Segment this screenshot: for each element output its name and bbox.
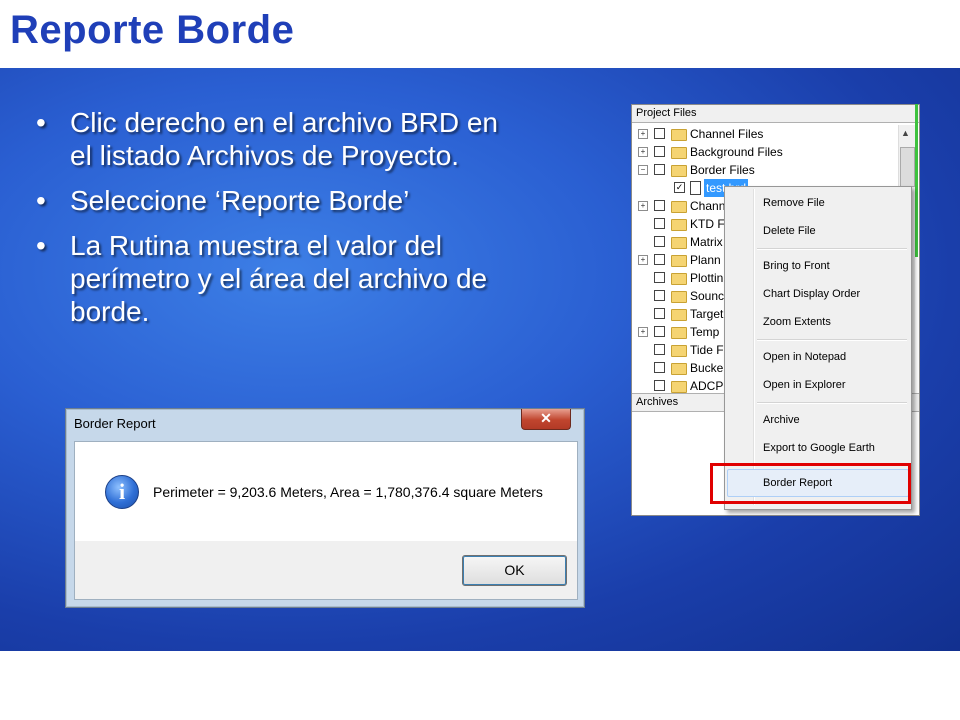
bullet-dot-icon: • <box>36 185 46 216</box>
menu-separator <box>757 339 907 341</box>
dialog-title: Border Report <box>74 416 156 431</box>
map-edge-strip <box>915 104 918 257</box>
expand-icon[interactable]: + <box>638 129 648 139</box>
checkbox[interactable] <box>654 164 665 175</box>
bullet-text: La Rutina muestra el valor del perímetro… <box>70 230 488 327</box>
file-icon <box>690 181 701 195</box>
expand-icon[interactable]: + <box>638 147 648 157</box>
folder-icon <box>671 219 687 231</box>
collapse-icon[interactable]: − <box>638 165 648 175</box>
info-icon: i <box>105 475 139 509</box>
bullet-item: • Clic derecho en el archivo BRD en el li… <box>30 106 510 172</box>
ok-button[interactable]: OK <box>462 555 567 586</box>
folder-icon <box>671 345 687 357</box>
scroll-thumb[interactable] <box>900 147 915 187</box>
tree-item-label: Bucke <box>690 361 724 375</box>
checkbox[interactable] <box>654 254 665 265</box>
menu-item-export-google-earth[interactable]: Export to Google Earth <box>763 438 875 458</box>
checkbox[interactable] <box>654 200 665 211</box>
folder-icon <box>671 291 687 303</box>
tree-item-label: Plann <box>690 253 721 267</box>
bullet-item: • La Rutina muestra el valor del perímetr… <box>30 229 510 328</box>
checkbox[interactable] <box>654 236 665 247</box>
tree-item-label: Target <box>690 307 724 321</box>
checkbox-checked[interactable]: ✓ <box>674 182 685 193</box>
bullet-dot-icon: • <box>36 230 46 261</box>
folder-icon <box>671 201 687 213</box>
tree-item-label: Sounc <box>690 289 725 303</box>
tree-item-label: Tide F <box>690 343 724 357</box>
menu-item-bring-to-front[interactable]: Bring to Front <box>763 256 830 276</box>
menu-gutter <box>753 189 755 505</box>
title-bar: Reporte Borde <box>0 0 960 68</box>
close-button[interactable]: ✕ <box>521 409 571 430</box>
folder-icon <box>671 273 687 285</box>
folder-icon <box>671 165 687 177</box>
folder-icon <box>671 327 687 339</box>
slide: Reporte Borde • Clic derecho en el archiv… <box>0 0 960 720</box>
folder-icon <box>671 147 687 159</box>
expand-icon[interactable]: + <box>638 255 648 265</box>
project-files-header: Project Files <box>632 105 919 123</box>
checkbox[interactable] <box>654 344 665 355</box>
checkbox[interactable] <box>654 362 665 373</box>
border-report-dialog: Border Report ✕ i Perimeter = 9,203.6 Me… <box>65 408 585 608</box>
checkbox[interactable] <box>654 380 665 391</box>
menu-separator <box>757 248 907 250</box>
folder-icon <box>671 129 687 141</box>
folder-icon <box>671 237 687 249</box>
tree-item-label: KTD F <box>690 217 725 231</box>
scroll-up-arrow-icon[interactable]: ▲ <box>901 128 910 138</box>
menu-separator <box>757 402 907 404</box>
dialog-body: i Perimeter = 9,203.6 Meters, Area = 1,7… <box>74 441 578 543</box>
menu-item-archive[interactable]: Archive <box>763 410 800 430</box>
checkbox[interactable] <box>654 290 665 301</box>
tree-item-label: Border Files <box>690 163 755 177</box>
expand-icon[interactable]: + <box>638 327 648 337</box>
tree-item-background-files[interactable]: + Background Files <box>634 143 904 161</box>
folder-icon <box>671 363 687 375</box>
highlight-box <box>710 463 911 504</box>
tree-item-label: Matrix <box>690 235 723 249</box>
tree-item-label: Temp <box>690 325 720 339</box>
folder-icon <box>671 309 687 321</box>
folder-icon <box>671 381 687 393</box>
menu-item-remove-file[interactable]: Remove File <box>763 193 825 213</box>
tree-item-border-files[interactable]: − Border Files <box>634 161 904 179</box>
menu-item-open-in-explorer[interactable]: Open in Explorer <box>763 375 846 395</box>
context-menu: Remove File Delete File Bring to Front C… <box>724 186 912 510</box>
bullet-item: • Seleccione ‘Reporte Borde’ <box>30 184 510 217</box>
checkbox[interactable] <box>654 326 665 337</box>
menu-item-chart-display-order[interactable]: Chart Display Order <box>763 284 860 304</box>
checkbox[interactable] <box>654 308 665 319</box>
bullet-text: Seleccione ‘Reporte Borde’ <box>70 185 410 216</box>
slide-title: Reporte Borde <box>10 8 295 52</box>
bullet-text: Clic derecho en el archivo BRD en el lis… <box>70 107 498 171</box>
bullet-list: • Clic derecho en el archivo BRD en el li… <box>30 106 510 340</box>
tree-item-label: Plottin <box>690 271 724 285</box>
tree-item-channel-files[interactable]: + Channel Files <box>634 125 904 143</box>
tree-item-label: Background Files <box>690 145 783 159</box>
menu-item-zoom-extents[interactable]: Zoom Extents <box>763 312 831 332</box>
menu-item-open-in-notepad[interactable]: Open in Notepad <box>763 347 846 367</box>
menu-item-delete-file[interactable]: Delete File <box>763 221 816 241</box>
checkbox[interactable] <box>654 218 665 229</box>
expand-icon[interactable]: + <box>638 201 648 211</box>
checkbox[interactable] <box>654 146 665 157</box>
dialog-footer: OK <box>74 541 578 600</box>
bullet-dot-icon: • <box>36 107 46 138</box>
checkbox[interactable] <box>654 272 665 283</box>
dialog-message: Perimeter = 9,203.6 Meters, Area = 1,780… <box>153 484 543 500</box>
checkbox[interactable] <box>654 128 665 139</box>
tree-item-label: Channel Files <box>690 127 764 141</box>
folder-icon <box>671 255 687 267</box>
